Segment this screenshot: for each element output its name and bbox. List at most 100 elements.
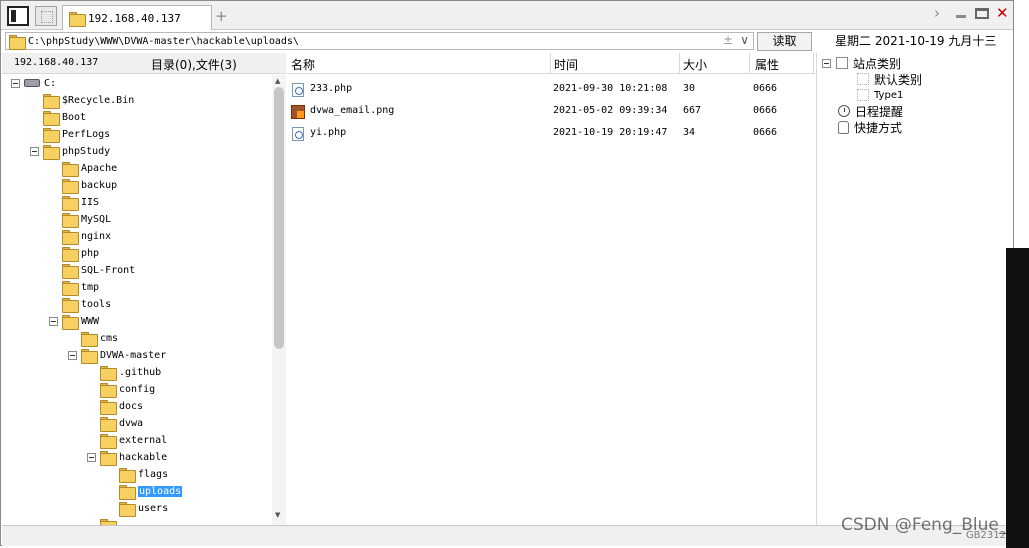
tree-item[interactable]: tools	[49, 296, 111, 313]
favorite-icon[interactable]: ±	[723, 33, 733, 47]
folder-icon	[62, 297, 79, 313]
tree-item[interactable]: dvwa	[87, 415, 143, 432]
add-tab-button[interactable]: +	[215, 7, 228, 25]
site-category-node[interactable]: 站点类别	[822, 55, 901, 71]
folder-icon	[62, 161, 79, 177]
tree-item[interactable]: uploads	[106, 483, 183, 500]
tree-item[interactable]: docs	[87, 398, 143, 415]
tree-scrollbar[interactable]: ▲ ▼	[272, 75, 286, 525]
minimize-icon[interactable]	[956, 15, 966, 18]
type1-node[interactable]: Type1	[857, 87, 903, 103]
maximize-icon[interactable]	[975, 8, 989, 19]
folder-icon	[62, 246, 79, 262]
category-icon	[857, 89, 869, 101]
chevron-right-icon[interactable]: ›	[934, 4, 940, 22]
collapse-icon[interactable]	[822, 58, 831, 68]
tree-item[interactable]: phpStudy	[30, 143, 111, 160]
collapse-icon[interactable]	[49, 316, 58, 326]
address-input[interactable]: C:\phpStudy\WWW\DVWA-master\hackable\upl…	[28, 36, 299, 47]
blank-tab[interactable]	[35, 6, 57, 26]
address-bar[interactable]: C:\phpStudy\WWW\DVWA-master\hackable\upl…	[5, 32, 754, 50]
folder-icon	[62, 314, 79, 330]
schedule-node[interactable]: 日程提醒	[838, 103, 903, 119]
file-list[interactable]: 233.php 2021-09-30 10:21:08 30 0666 dvwa…	[287, 75, 815, 525]
column-header-name[interactable]: 名称	[291, 56, 315, 73]
type1-label: Type1	[874, 89, 904, 101]
tab-label: 192.168.40.137	[88, 11, 181, 25]
read-button[interactable]: 读取	[757, 32, 812, 51]
tree-item-label: MySQL	[81, 213, 112, 225]
tree-item[interactable]: SQL-Front	[49, 262, 135, 279]
tree-item[interactable]: PerfLogs	[30, 126, 110, 143]
scroll-up-icon[interactable]: ▲	[275, 77, 280, 85]
scroll-down-icon[interactable]: ▼	[275, 511, 280, 519]
collapse-icon[interactable]	[11, 78, 20, 88]
collapse-icon[interactable]	[68, 350, 77, 360]
tree-item[interactable]: flags	[106, 466, 168, 483]
tree-item[interactable]: $Recycle.Bin	[30, 92, 135, 109]
scrollbar-thumb[interactable]	[274, 87, 284, 349]
tree-item[interactable]: backup	[49, 177, 117, 194]
collapse-icon[interactable]	[30, 146, 39, 156]
chevron-down-icon[interactable]: ∨	[740, 33, 749, 47]
tree-item[interactable]: DVWA-master	[68, 347, 166, 364]
file-time: 2021-05-02 09:39:34	[553, 105, 668, 116]
tree-item-label: $Recycle.Bin	[62, 94, 135, 106]
folder-tree[interactable]: C: $Recycle.Bin Boot PerfLogs phpStudy Apache…	[2, 75, 271, 525]
default-category-label: 默认类别	[874, 72, 923, 87]
tree-item[interactable]: IIS	[49, 194, 99, 211]
close-icon[interactable]: ✕	[996, 4, 1009, 22]
tree-item[interactable]: Boot	[30, 109, 86, 126]
background-strip	[1006, 248, 1029, 548]
tree-item-label: Apache	[81, 162, 118, 174]
tree-item[interactable]: external	[87, 432, 168, 449]
folder-icon	[62, 178, 79, 194]
tree-item[interactable]: nginx	[49, 228, 111, 245]
column-header-size[interactable]: 大小	[683, 56, 707, 73]
tree-item[interactable]: users	[106, 500, 168, 517]
folder-icon	[62, 263, 79, 279]
file-attr: 0666	[753, 83, 778, 94]
collapse-icon[interactable]	[87, 452, 96, 462]
folder-icon	[100, 399, 117, 415]
table-row[interactable]: yi.php 2021-10-19 20:19:47 34 0666	[287, 121, 815, 143]
tree-item[interactable]: config	[87, 381, 155, 398]
tree-item[interactable]: cms	[68, 330, 118, 347]
tree-item-label: WWW	[81, 315, 100, 327]
tree-item[interactable]: php	[49, 245, 99, 262]
file-name: 233.php	[310, 83, 353, 94]
tree-item[interactable]	[87, 517, 119, 525]
tree-item-label: external	[119, 434, 168, 446]
folder-icon	[100, 450, 117, 466]
php-file-icon	[292, 127, 304, 141]
dir-file-count: 目录(0),文件(3)	[151, 58, 237, 72]
tree-item-label: phpStudy	[62, 145, 111, 157]
default-category-node[interactable]: 默认类别	[857, 71, 922, 87]
file-time: 2021-09-30 10:21:08	[553, 83, 668, 94]
tree-item[interactable]: C:	[11, 75, 56, 91]
tree-item[interactable]: MySQL	[49, 211, 112, 228]
drive-icon	[24, 79, 40, 87]
folder-icon	[62, 229, 79, 245]
tree-item[interactable]: .github	[87, 364, 161, 381]
category-icon	[836, 57, 848, 69]
tree-item[interactable]: Apache	[49, 160, 118, 177]
table-row[interactable]: 233.php 2021-09-30 10:21:08 30 0666	[287, 77, 815, 99]
tree-item[interactable]: tmp	[49, 279, 99, 296]
tree-item[interactable]: WWW	[49, 313, 100, 330]
tree-item[interactable]: hackable	[87, 449, 167, 466]
table-row[interactable]: dvwa_email.png 2021-05-02 09:39:34 667 0…	[287, 99, 815, 121]
panel-toggle-button[interactable]	[7, 6, 29, 26]
column-header-attr[interactable]: 属性	[755, 56, 779, 73]
tab-active[interactable]: 192.168.40.137	[62, 5, 212, 30]
shortcuts-node[interactable]: 快捷方式	[838, 119, 902, 135]
column-header-time[interactable]: 时间	[554, 56, 578, 73]
